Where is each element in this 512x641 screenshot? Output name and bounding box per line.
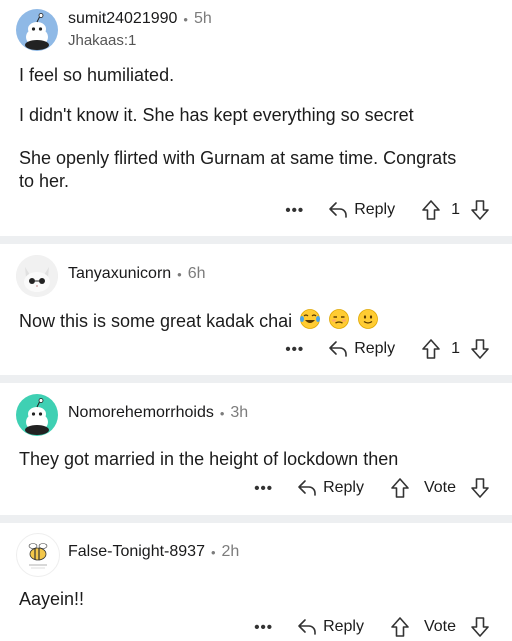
more-options-button[interactable]: ••• (254, 480, 273, 497)
downvote-icon[interactable] (470, 477, 490, 499)
reply-label: Reply (354, 340, 396, 357)
reply-button[interactable]: Reply (297, 479, 364, 497)
upvote-icon[interactable] (390, 616, 410, 638)
vote-label: Vote (423, 618, 456, 635)
reddit-snoo-teal-avatar-icon (25, 398, 49, 435)
user-avatar[interactable] (16, 394, 58, 436)
comment-actions: ••• Reply 1 (285, 199, 490, 221)
reply-button[interactable]: Reply (328, 340, 395, 358)
comment-text: Now this is some great kadak chai (19, 311, 293, 331)
username[interactable]: sumit24021990 (68, 10, 177, 28)
comment-paragraph: She openly flirted with Gurnam at same t… (19, 148, 457, 191)
comment-divider (0, 515, 512, 523)
timestamp: 6h (187, 265, 206, 282)
comment-paragraph: Now this is some great kadak chai (19, 308, 499, 333)
slightly-smiling-emoji (358, 309, 379, 329)
tears-of-joy-emoji (300, 309, 321, 329)
comment-actions: ••• Reply 1 (285, 338, 490, 360)
reddit-snoo-avatar-icon (25, 13, 49, 50)
comment-thread: sumit24021990 • 5h Jhakaas:1 I feel so h… (0, 0, 512, 641)
user-flair: Jhakaas:1 (68, 32, 137, 49)
comment-divider (0, 236, 512, 244)
vote-count: 1 (451, 340, 460, 357)
comment-actions: ••• Reply Vote (254, 616, 490, 638)
vote-control: 1 (421, 338, 490, 360)
vote-count: 1 (451, 201, 460, 218)
upvote-icon[interactable] (421, 199, 441, 221)
comment-header: Nomorehemorrhoids • 3h (68, 404, 248, 422)
downvote-icon[interactable] (470, 616, 490, 638)
more-options-button[interactable]: ••• (285, 341, 304, 358)
reply-label: Reply (323, 479, 364, 496)
separator-dot: • (177, 266, 182, 282)
downvote-icon[interactable] (470, 199, 490, 221)
timestamp: 5h (193, 10, 212, 27)
comment-actions: ••• Reply Vote (254, 477, 490, 499)
separator-dot: • (183, 11, 188, 27)
username[interactable]: Nomorehemorrhoids (68, 404, 214, 422)
reply-arrow-icon (329, 202, 347, 218)
reply-label: Reply (354, 201, 396, 218)
bee-avatar-icon (28, 543, 48, 569)
username[interactable]: False-Tonight-8937 (68, 543, 205, 561)
comment-paragraph: Aayein!! (19, 589, 85, 609)
user-avatar[interactable] (16, 9, 58, 51)
timestamp: 3h (230, 404, 249, 421)
username[interactable]: Tanyaxunicorn (68, 265, 171, 283)
reply-arrow-icon (298, 480, 316, 496)
cat-sunglasses-avatar-icon (16, 255, 58, 297)
reply-button[interactable]: Reply (297, 618, 364, 636)
more-options-button[interactable]: ••• (285, 202, 304, 219)
comment-divider (0, 375, 512, 383)
reply-button[interactable]: Reply (328, 201, 395, 219)
timestamp: 2h (221, 543, 240, 560)
reply-arrow-icon (298, 619, 316, 635)
vote-control: Vote (390, 477, 490, 499)
unamused-emoji (329, 309, 350, 329)
comment-header: Tanyaxunicorn • 6h (68, 265, 206, 283)
upvote-icon[interactable] (421, 338, 441, 360)
comment-paragraph: I didn't know it. She has kept everythin… (19, 105, 414, 125)
comment-paragraph: I feel so humiliated. (19, 65, 175, 85)
user-avatar[interactable] (16, 533, 60, 577)
reply-label: Reply (323, 618, 364, 635)
user-avatar[interactable] (16, 255, 58, 297)
separator-dot: • (210, 544, 216, 560)
separator-dot: • (219, 405, 225, 421)
downvote-icon[interactable] (470, 338, 490, 360)
vote-control: Vote (390, 616, 490, 638)
reply-arrow-icon (329, 341, 347, 357)
vote-control: 1 (421, 199, 490, 221)
vote-label: Vote (423, 479, 456, 496)
comment-paragraph: They got married in the height of lockdo… (19, 449, 399, 469)
comment-header: False-Tonight-8937 • 2h (68, 543, 239, 561)
comment-header: sumit24021990 • 5h (68, 10, 212, 28)
more-options-button[interactable]: ••• (254, 619, 273, 636)
upvote-icon[interactable] (390, 477, 410, 499)
